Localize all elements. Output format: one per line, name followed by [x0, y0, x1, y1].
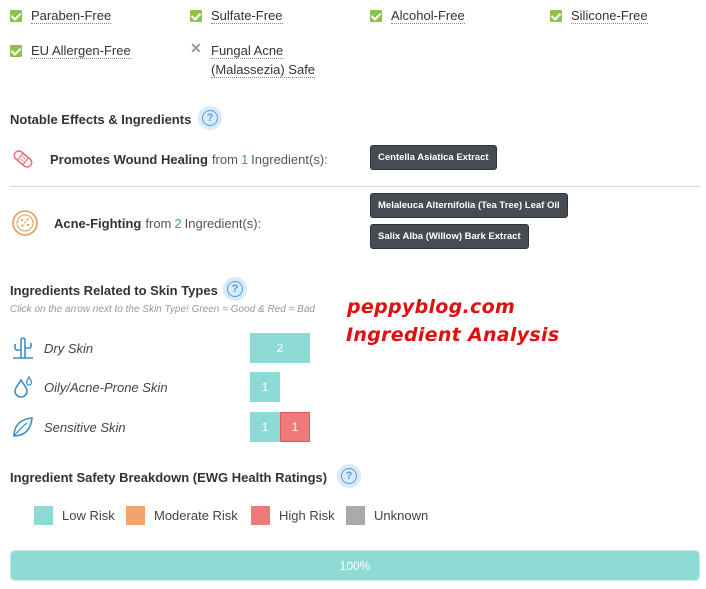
effect-count[interactable]: 2 — [174, 216, 181, 231]
effects-help-button[interactable]: ? — [198, 106, 222, 130]
check-icon — [550, 10, 562, 22]
good-count-box[interactable]: 1 — [250, 412, 280, 442]
legend-swatch — [251, 506, 270, 525]
good-count-box[interactable]: 2 — [250, 333, 310, 363]
cactus-icon — [13, 337, 33, 359]
effect-from: from — [211, 151, 238, 167]
skin-row-oily[interactable]: Oily/Acne-Prone Skin — [10, 374, 168, 400]
free-of-label: Sulfate-Free — [211, 8, 283, 24]
skin-types-help-button[interactable]: ? — [223, 277, 247, 301]
effect-row-acne-fighting: Acne-Fighting from 2 Ingredient(s): — [10, 208, 261, 238]
legend-high-risk: High Risk — [251, 506, 335, 525]
skin-type-label: Sensitive Skin — [44, 419, 126, 435]
effect-row-wound-healing: Promotes Wound Healing from 1 Ingredient… — [10, 146, 328, 172]
free-of-label: Alcohol-Free — [391, 8, 465, 24]
legend-label: Low Risk — [62, 508, 115, 523]
free-of-paraben[interactable]: Paraben-Free — [10, 8, 112, 24]
good-count-box[interactable]: 1 — [250, 372, 280, 402]
ingredient-tag[interactable]: Salix Alba (Willow) Bark Extract — [370, 224, 529, 249]
ingredient-tag[interactable]: Centella Asiatica Extract — [370, 145, 497, 170]
effects-title: Notable Effects & Ingredients — [10, 112, 192, 127]
watermark-line2: Ingredient Analysis — [346, 324, 560, 346]
question-icon: ? — [227, 281, 243, 297]
legend-label: High Risk — [279, 508, 335, 523]
effect-suffix: Ingredient(s): — [251, 151, 328, 167]
droplets-icon — [14, 375, 33, 398]
skin-types-hint: Click on the arrow next to the Skin Type… — [10, 304, 315, 315]
free-of-label: Silicone-Free — [571, 8, 648, 24]
free-of-alcohol[interactable]: Alcohol-Free — [370, 8, 465, 24]
effect-count[interactable]: 1 — [241, 152, 248, 167]
legend-moderate-risk: Moderate Risk — [126, 506, 238, 525]
legend-unknown: Unknown — [346, 506, 428, 525]
legend-label: Unknown — [374, 508, 429, 523]
effect-suffix: Ingredient(s): — [184, 215, 262, 231]
leaf-icon — [13, 417, 33, 437]
free-of-sulfate[interactable]: Sulfate-Free — [190, 8, 283, 24]
skin-row-sensitive[interactable]: Sensitive Skin — [10, 414, 126, 440]
skin-type-label: Dry Skin — [44, 340, 94, 356]
check-icon — [10, 10, 22, 22]
legend-low-risk: Low Risk — [34, 506, 115, 525]
free-of-label: EU Allergen-Free — [31, 43, 131, 59]
legend-swatch — [34, 506, 53, 525]
legend-swatch — [346, 506, 365, 525]
free-of-label-line2: (Malassezia) Safe — [211, 62, 316, 78]
free-of-label: Fungal Acne (Malassezia) Safe — [211, 41, 316, 79]
divider — [10, 186, 700, 187]
effect-name: Acne-Fighting — [54, 215, 142, 231]
check-icon — [370, 10, 382, 22]
safety-title: Ingredient Safety Breakdown (EWG Health … — [10, 470, 328, 485]
ingredient-tag[interactable]: Melaleuca Alternifolia (Tea Tree) Leaf O… — [370, 193, 568, 218]
free-of-eu-allergen[interactable]: EU Allergen-Free — [10, 43, 131, 59]
legend-label: Moderate Risk — [154, 508, 238, 523]
question-icon: ? — [341, 468, 357, 484]
free-of-fungal-acne[interactable]: ✕ Fungal Acne (Malassezia) Safe — [190, 40, 316, 79]
check-icon — [10, 45, 22, 57]
bad-count-box[interactable]: 1 — [280, 412, 310, 442]
free-of-label: Paraben-Free — [31, 8, 112, 24]
safety-progress-bar[interactable]: 100% — [10, 550, 700, 581]
effect-from: from — [145, 215, 172, 231]
safety-progress-label: 100% — [339, 558, 371, 573]
free-of-silicone[interactable]: Silicone-Free — [550, 8, 648, 24]
bandage-icon — [13, 150, 33, 168]
watermark-line1: peppyblog.com — [347, 296, 516, 318]
effect-name: Promotes Wound Healing — [50, 151, 208, 167]
check-icon — [190, 10, 202, 22]
skin-type-label: Oily/Acne-Prone Skin — [44, 379, 168, 395]
legend-swatch — [126, 506, 145, 525]
cookie-icon — [12, 210, 38, 236]
skin-types-title: Ingredients Related to Skin Types — [10, 283, 218, 298]
skin-row-dry[interactable]: Dry Skin — [10, 335, 93, 361]
question-icon: ? — [202, 110, 218, 126]
cross-icon: ✕ — [190, 40, 202, 56]
safety-help-button[interactable]: ? — [337, 464, 361, 488]
free-of-label-line1: Fungal Acne — [211, 43, 284, 59]
